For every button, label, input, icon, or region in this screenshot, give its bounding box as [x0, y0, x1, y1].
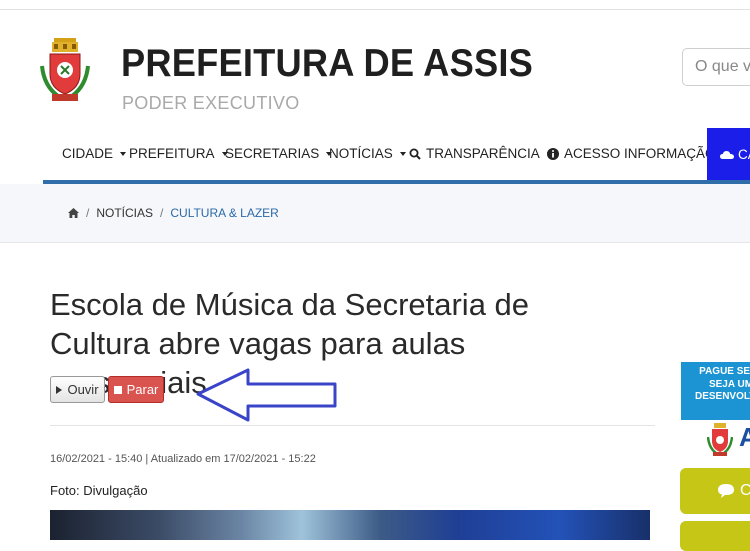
search-input[interactable]	[682, 48, 750, 86]
nav-item-noticias[interactable]: NOTÍCIAS	[329, 128, 406, 180]
nav-item-label: CIDADE	[62, 146, 114, 161]
home-icon[interactable]	[68, 208, 79, 218]
nav-cta-button[interactable]: CA	[707, 128, 750, 181]
breadcrumb: / NOTÍCIAS / CULTURA & LAZER	[68, 206, 279, 220]
comment-icon	[718, 484, 734, 498]
info-icon	[547, 148, 559, 160]
caret-down-icon	[120, 152, 127, 156]
breadcrumb-cultura-lazer[interactable]: CULTURA & LAZER	[170, 206, 278, 220]
breadcrumb-noticias[interactable]: NOTÍCIAS	[96, 206, 153, 220]
nav-item-secretarias[interactable]: SECRETARIAS	[225, 128, 333, 180]
stop-button-label: Parar	[126, 382, 159, 397]
listen-button[interactable]: Ouvir	[50, 376, 105, 403]
city-crest-logo[interactable]	[40, 36, 90, 104]
listen-button-label: Ouvir	[67, 382, 99, 397]
main-nav: CIDADE PREFEITURA SECRETARIAS NOTÍCIAS T…	[0, 128, 750, 180]
banner-line: PAGUE SEU I	[699, 366, 750, 377]
nav-cta-label: CA	[738, 147, 750, 162]
search-icon	[409, 148, 421, 160]
nav-item-label: ACESSO INFORMAÇÃO	[564, 146, 716, 161]
nav-item-label: SECRETARIAS	[225, 146, 320, 161]
play-icon	[56, 385, 63, 394]
sidebar-chat-button[interactable]: C	[680, 468, 750, 514]
sidebar-banner[interactable]: PAGUE SEU I SEJA UM DESENVOLVIM A	[681, 362, 750, 462]
nav-item-transparencia[interactable]: TRANSPARÊNCIA	[409, 128, 553, 180]
caret-down-icon	[399, 152, 406, 156]
top-edge	[0, 0, 750, 10]
cloud-icon	[720, 150, 734, 159]
article-meta: 16/02/2021 - 15:40 | Atualizado em 17/02…	[50, 453, 316, 465]
banner-line: SEJA UM	[708, 378, 750, 390]
nav-item-prefeitura[interactable]: PREFEITURA	[129, 128, 228, 180]
stop-icon	[113, 385, 122, 394]
breadcrumb-separator: /	[86, 206, 90, 220]
nav-item-cidade[interactable]: CIDADE	[62, 128, 127, 180]
nav-item-label: NOTÍCIAS	[329, 146, 393, 161]
stop-button[interactable]: Parar	[108, 376, 164, 403]
nav-item-label: TRANSPARÊNCIA	[426, 146, 540, 161]
city-crest-icon	[707, 423, 733, 456]
article-divider	[50, 425, 655, 426]
nav-item-label: PREFEITURA	[129, 146, 215, 161]
banner-letter: A	[739, 422, 750, 452]
site-subtitle: PODER EXECUTIVO	[122, 93, 300, 113]
sidebar-button-label: C	[740, 482, 750, 499]
article-photo	[50, 510, 650, 540]
annotation-arrow-icon	[196, 368, 337, 422]
breadcrumb-separator: /	[160, 206, 164, 220]
photo-credit: Foto: Divulgação	[50, 483, 148, 498]
nav-item-acesso-informacao[interactable]: ACESSO INFORMAÇÃO	[547, 128, 729, 180]
site-title[interactable]: PREFEITURA DE ASSIS	[121, 42, 533, 86]
sidebar-button-secondary[interactable]	[680, 521, 750, 551]
banner-text: PAGUE SEU I SEJA UM DESENVOLVIM	[681, 366, 750, 404]
banner-line: DESENVOLVIM	[694, 391, 750, 402]
